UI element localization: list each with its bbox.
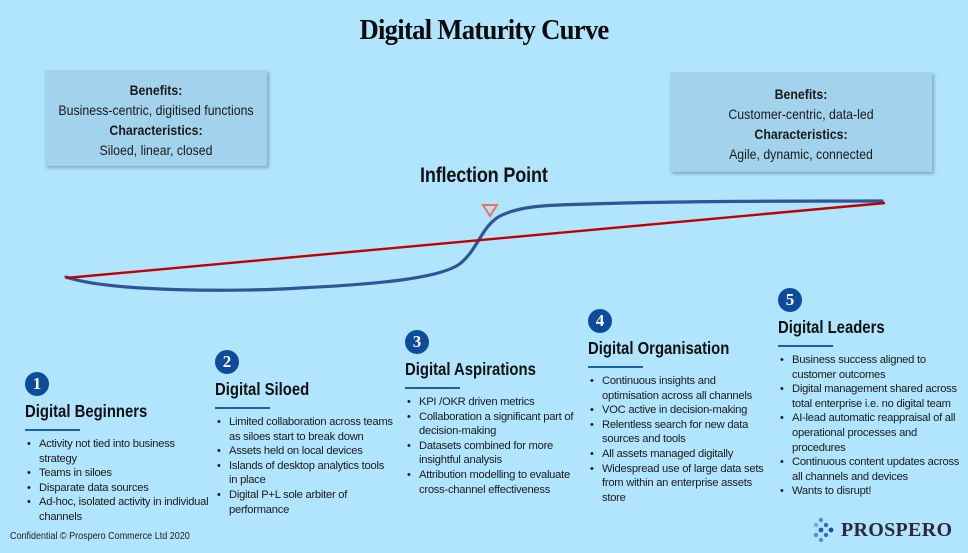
- title-underline: [215, 407, 270, 409]
- stage-bullet-list: Limited collaboration across teams as si…: [215, 415, 395, 517]
- stage-digital-siloed: 2 Digital Siloed Limited collaboration a…: [215, 350, 395, 517]
- stage-bullet-list: Business success aligned to customer out…: [778, 353, 963, 499]
- bullet-item: All assets managed digitally: [590, 447, 768, 462]
- stage-digital-leaders: 5 Digital Leaders Business success align…: [778, 288, 963, 499]
- stage-digital-aspirations: 3 Digital Aspirations KPI /OKR driven me…: [405, 330, 585, 497]
- stage-title: Digital Beginners: [25, 401, 148, 421]
- confidential-footer: Confidential © Prospero Commerce Ltd 202…: [10, 531, 190, 542]
- stage-number-badge: 1: [25, 372, 49, 396]
- title-underline: [588, 366, 643, 368]
- stage-digital-beginners: 1 Digital Beginners Activity not tied in…: [25, 372, 210, 525]
- bullet-item: KPI /OKR driven metrics: [407, 395, 585, 410]
- stage-bullet-list: Activity not tied into business strategy…: [25, 437, 210, 525]
- bullet-item: Islands of desktop analytics tools in pl…: [217, 459, 395, 488]
- bullet-item: Relentless search for new data sources a…: [590, 418, 768, 447]
- inflection-marker-icon: [481, 204, 499, 218]
- stage-number-badge: 4: [588, 309, 612, 333]
- prospero-dots-icon: [813, 517, 834, 543]
- bullet-item: Business success aligned to customer out…: [780, 353, 963, 382]
- bullet-item: VOC active in decision-making: [590, 403, 768, 418]
- stage-title: Digital Siloed: [215, 379, 310, 399]
- bullet-item: Wants to disrupt!: [780, 484, 963, 499]
- linear-growth-line: [65, 201, 886, 280]
- stage-title: Digital Aspirations: [405, 359, 536, 379]
- title-underline: [405, 387, 460, 389]
- stage-title: Digital Organisation: [588, 338, 730, 358]
- bullet-item: Continuous content updates across all ch…: [780, 455, 963, 484]
- title-underline: [25, 429, 80, 431]
- bullet-item: Teams in siloes: [27, 466, 210, 481]
- bullet-item: AI-lead automatic reappraisal of all ope…: [780, 411, 963, 455]
- bullet-item: Limited collaboration across teams as si…: [217, 415, 395, 444]
- bullet-item: Ad-hoc, isolated activity in individual …: [27, 495, 210, 524]
- bullet-item: Datasets combined for more insightful an…: [407, 439, 585, 468]
- bullet-item: Assets held on local devices: [217, 444, 395, 459]
- bullet-item: Digital management shared across total e…: [780, 382, 963, 411]
- prospero-logo: PROSPERO: [812, 517, 952, 543]
- stage-bullet-list: KPI /OKR driven metricsCollaboration a s…: [405, 395, 585, 497]
- stage-digital-organisation: 4 Digital Organisation Continuous insigh…: [588, 309, 768, 505]
- stage-bullet-list: Continuous insights and optimisation acr…: [588, 374, 768, 505]
- stage-title: Digital Leaders: [778, 317, 885, 337]
- bullet-item: Collaboration a significant part of deci…: [407, 410, 585, 439]
- stage-number-badge: 5: [778, 288, 802, 312]
- logo-text: PROSPERO: [841, 518, 953, 541]
- stage-number-badge: 3: [405, 330, 429, 354]
- title-underline: [778, 345, 833, 347]
- bullet-item: Disparate data sources: [27, 481, 210, 496]
- bullet-item: Continuous insights and optimisation acr…: [590, 374, 768, 403]
- bullet-item: Widespread use of large data sets from w…: [590, 462, 768, 506]
- bullet-item: Digital P+L sole arbiter of performance: [217, 488, 395, 517]
- bullet-item: Activity not tied into business strategy: [27, 437, 210, 466]
- bullet-item: Attribution modelling to evaluate cross-…: [407, 468, 585, 497]
- stage-number-badge: 2: [215, 350, 239, 374]
